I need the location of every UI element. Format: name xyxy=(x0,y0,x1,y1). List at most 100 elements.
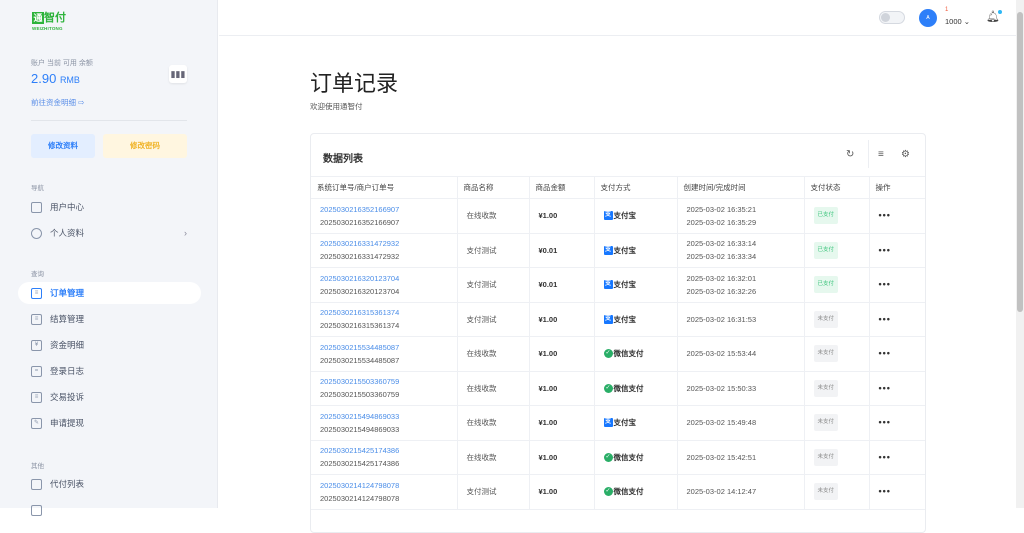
username: 1000 xyxy=(945,17,962,26)
status-cell: 已支付 xyxy=(804,198,870,234)
bell-icon[interactable]: 🔔︎ xyxy=(986,10,1002,23)
filter-icon[interactable]: ≡ xyxy=(878,149,884,160)
more-icon[interactable]: ••• xyxy=(879,486,891,496)
pay-method: 支付宝 xyxy=(613,418,637,428)
status-badge: 未支付 xyxy=(813,414,839,432)
amount: ¥1.00 xyxy=(529,405,595,441)
user-icon xyxy=(31,227,42,239)
sidebar-item-orders[interactable]: ≡ 订单管理 xyxy=(18,282,201,304)
nav-section-label: 导航 xyxy=(31,185,44,192)
order-id-link[interactable]: 2025030215503360759 xyxy=(320,375,457,388)
more-icon[interactable]: ••• xyxy=(879,452,891,462)
sidebar-item-label: 资金明细 xyxy=(50,340,85,350)
sidebar-item-user-center[interactable]: 用户中心 xyxy=(18,196,201,218)
sidebar-item-fund-detail[interactable]: ¥ 资金明细 xyxy=(18,334,201,356)
pay-method-cell: ✓ 微信支付 xyxy=(594,440,678,475)
sidebar-item-more[interactable] xyxy=(18,499,201,521)
created-time: 2025-03-02 16:32:01 xyxy=(686,273,757,283)
product-name: 支付测试 xyxy=(457,474,530,510)
report-icon: ≡ xyxy=(31,391,42,403)
time-cell: 2025-03-02 15:53:44 xyxy=(677,336,805,372)
order-id-link[interactable]: 2025030216352166907 xyxy=(320,203,457,216)
status-badge: 已支付 xyxy=(813,207,839,225)
product-name: 在线收款 xyxy=(457,440,530,475)
time-cell: 2025-03-02 15:50:33 xyxy=(677,371,805,406)
notice-count: 1 xyxy=(945,7,949,13)
alipay-icon: 支 xyxy=(603,418,613,428)
column-header: 支付方式 xyxy=(594,176,678,199)
created-time: 2025-03-02 16:31:53 xyxy=(686,314,757,324)
product-name: 支付测试 xyxy=(457,267,530,303)
order-id-cell: 2025030215534485087 2025030215534485087 xyxy=(311,336,458,372)
order-id-link[interactable]: 2025030215425174386 xyxy=(320,444,457,457)
gear-icon[interactable]: ⚙ xyxy=(901,149,910,160)
merchant-order-id: 2025030215503360759 xyxy=(320,390,400,400)
done-time: 2025-03-02 16:32:26 xyxy=(686,286,757,296)
pay-method: 支付宝 xyxy=(613,245,637,255)
theme-toggle[interactable] xyxy=(879,11,905,24)
edit-profile-button[interactable]: 修改资料 xyxy=(31,134,95,158)
order-id-link[interactable]: 2025030216320123704 xyxy=(320,272,457,285)
bar-chart-icon[interactable]: ▮▮▮ xyxy=(169,65,187,83)
file-icon: = xyxy=(31,365,42,377)
more-icon[interactable]: ••• xyxy=(879,279,891,289)
change-password-button[interactable]: 修改密码 xyxy=(103,134,187,158)
exit-icon xyxy=(31,478,42,490)
more-icon[interactable]: ••• xyxy=(879,210,891,220)
order-id-link[interactable]: 2025030216331472932 xyxy=(320,237,457,250)
merchant-order-id: 2025030216331472932 xyxy=(320,252,400,262)
status-badge: 未支付 xyxy=(813,379,839,397)
amount: ¥1.00 xyxy=(529,198,595,234)
sidebar-item-label: 用户中心 xyxy=(50,202,85,212)
column-header: 商品金额 xyxy=(529,176,595,199)
order-id-link[interactable]: 2025030215494869033 xyxy=(320,410,457,423)
pay-method-cell: ✓ 微信支付 xyxy=(594,474,678,510)
scrollbar[interactable] xyxy=(1016,0,1024,508)
merchant-order-id: 2025030215534485087 xyxy=(320,355,400,365)
product-name: 在线收款 xyxy=(457,336,530,372)
pay-method: 支付宝 xyxy=(613,211,637,221)
order-id-link[interactable]: 2025030216315361374 xyxy=(320,306,457,319)
sidebar-item-login-log[interactable]: = 登录日志 xyxy=(18,360,201,382)
sidebar-item-label: 申请提现 xyxy=(50,418,85,428)
actions-cell: ••• xyxy=(869,302,925,337)
amount: ¥0.01 xyxy=(529,267,595,303)
status-cell: 已支付 xyxy=(804,233,870,268)
wechat-pay-icon: ✓ xyxy=(603,487,613,497)
fund-detail-link[interactable]: 前往资金明细 ⇨ xyxy=(31,97,84,108)
time-cell: 2025-03-02 16:33:14 2025-03-02 16:33:34 xyxy=(677,233,805,268)
product-name: 在线收款 xyxy=(457,371,530,406)
sidebar-item-profile[interactable]: 个人资料 › xyxy=(18,222,201,244)
order-id-link[interactable]: 2025030215534485087 xyxy=(320,341,457,354)
sidebar: 通智付 WEIZHITONG 账户 当前 可用 余额 2.90 RMB ▮▮▮ 前… xyxy=(0,0,218,516)
table-row: 2025030216331472932 2025030216331472932 支… xyxy=(311,233,925,268)
sidebar-item-label: 个人资料 xyxy=(50,228,85,238)
more-icon[interactable]: ••• xyxy=(879,314,891,324)
amount: ¥1.00 xyxy=(529,371,595,406)
order-id-cell: 2025030214124798078 2025030214124798078 xyxy=(311,474,458,510)
more-icon[interactable]: ••• xyxy=(879,245,891,255)
table-row: 2025030215494869033 2025030215494869033 在… xyxy=(311,405,925,441)
more-icon[interactable]: ••• xyxy=(879,348,891,358)
sidebar-item-complaints[interactable]: ≡ 交易投诉 xyxy=(18,386,201,408)
sidebar-item-withdraw[interactable]: ✎ 申请提现 xyxy=(18,412,201,434)
order-id-link[interactable]: 2025030214124798078 xyxy=(320,479,457,492)
fund-detail-label: 前往资金明细 xyxy=(31,98,76,107)
refresh-icon[interactable]: ↻ xyxy=(846,149,854,160)
edit-icon: ✎ xyxy=(31,417,42,429)
product-name: 在线收款 xyxy=(457,198,530,234)
time-cell: 2025-03-02 16:35:21 2025-03-02 16:35:29 xyxy=(677,198,805,234)
user-menu[interactable]: 1000 ⌄ xyxy=(945,17,970,26)
wechat-pay-icon: ✓ xyxy=(603,452,613,462)
sidebar-item-payouts[interactable]: 代付列表 xyxy=(18,473,201,495)
status-badge: 未支付 xyxy=(813,310,839,328)
status-cell: 未支付 xyxy=(804,302,870,337)
avatar[interactable]: ᴀ xyxy=(919,9,937,27)
order-id-cell: 2025030216315361374 2025030216315361374 xyxy=(311,302,458,337)
more-icon[interactable]: ••• xyxy=(879,383,891,393)
list-icon: ≡ xyxy=(31,287,42,299)
more-icon[interactable]: ••• xyxy=(879,417,891,427)
logo: 通智付 WEIZHITONG xyxy=(32,8,66,31)
status-cell: 未支付 xyxy=(804,405,870,441)
sidebar-item-settlement[interactable]: ≡ 结算管理 xyxy=(18,308,201,330)
